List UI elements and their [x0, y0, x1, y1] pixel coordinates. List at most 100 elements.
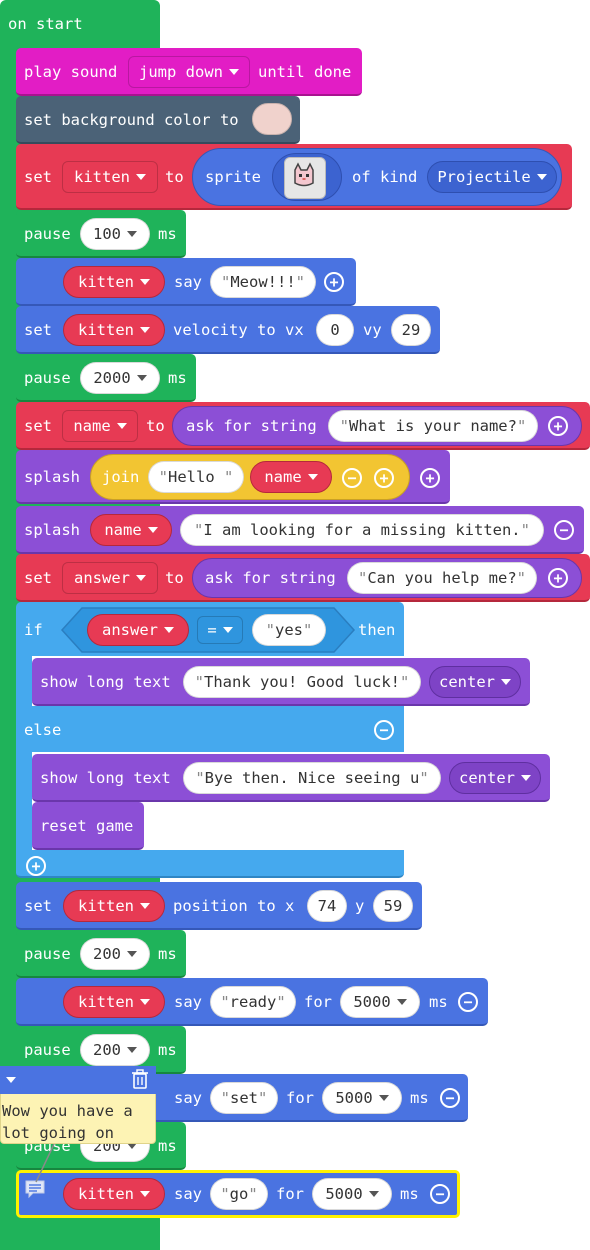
until-done-label: until done: [258, 63, 352, 81]
say-label: say: [174, 1185, 202, 1203]
prompt-input[interactable]: " What is your name? ": [328, 410, 538, 442]
duration-dropdown[interactable]: 5000: [312, 1178, 392, 1210]
y-label: y: [355, 897, 365, 915]
plus-icon[interactable]: +: [26, 856, 46, 876]
comment-text[interactable]: Wow you have a lot going on: [2, 1100, 154, 1144]
pause-label: pause: [24, 1041, 71, 1059]
pause-value: 2000: [93, 369, 131, 387]
comment-line-2: lot going on: [2, 1124, 114, 1142]
vx-input[interactable]: 0: [316, 314, 354, 346]
x-input[interactable]: 74: [307, 890, 347, 922]
duration-dropdown[interactable]: 5000: [340, 986, 420, 1018]
minus-icon[interactable]: −: [440, 1088, 460, 1108]
vy-input[interactable]: 29: [391, 314, 431, 346]
chevron-down-icon: [127, 1047, 137, 1053]
join-label: join: [102, 468, 140, 486]
say-text-input[interactable]: " set ": [210, 1082, 278, 1114]
name-var-reporter[interactable]: name: [90, 514, 172, 546]
pause-value-dropdown[interactable]: 100: [80, 218, 150, 250]
vy-label: vy: [363, 321, 382, 339]
minus-icon[interactable]: −: [554, 520, 574, 540]
chevron-down-icon: [222, 627, 233, 633]
chevron-down-icon: [136, 375, 147, 381]
say-text-input[interactable]: " go ": [210, 1178, 268, 1210]
answer-var-reporter[interactable]: answer: [87, 614, 189, 646]
kitten-var-reporter[interactable]: kitten: [63, 986, 165, 1018]
duration-dropdown[interactable]: 5000: [322, 1082, 402, 1114]
kitten-var-reporter[interactable]: kitten: [63, 1178, 165, 1210]
long-text: Bye then. Nice seeing u: [204, 769, 420, 787]
plus-icon[interactable]: +: [420, 468, 440, 488]
chevron-down-icon: [140, 999, 150, 1005]
duration-value: 5000: [335, 1089, 373, 1107]
color-swatch[interactable]: [252, 103, 292, 135]
minus-icon[interactable]: −: [374, 720, 394, 740]
plus-icon[interactable]: +: [548, 416, 568, 436]
prompt-text: What is your name?: [349, 417, 517, 435]
pause-value: 100: [93, 225, 121, 243]
open-quote: ": [195, 769, 205, 787]
join-text-input[interactable]: " Hello ": [148, 461, 244, 493]
var-name: answer: [102, 621, 158, 639]
kitten-var-reporter[interactable]: kitten: [63, 266, 165, 298]
align-dropdown[interactable]: center: [429, 666, 521, 698]
close-quote: ": [303, 621, 313, 639]
then-label: then: [358, 621, 396, 639]
kitten-var-dropdown[interactable]: kitten: [63, 314, 165, 346]
splash-text-input[interactable]: " I am looking for a missing kitten. ": [180, 514, 544, 546]
set-label: set: [24, 417, 52, 435]
prompt-input[interactable]: " Can you help me? ": [347, 562, 537, 594]
for-label: for: [304, 993, 332, 1011]
plus-icon[interactable]: +: [374, 468, 394, 488]
chevron-down-icon: [368, 1191, 379, 1197]
ms-label: ms: [429, 993, 448, 1011]
name-var-dropdown[interactable]: name: [62, 410, 138, 442]
open-quote: ": [220, 273, 231, 291]
y-input[interactable]: 59: [373, 890, 413, 922]
say-text-input[interactable]: " Meow!!! ": [210, 266, 316, 298]
close-quote: ": [520, 521, 530, 539]
kind-dropdown[interactable]: Projectile: [427, 161, 557, 193]
reset-game-label: reset game: [40, 817, 134, 835]
var-name: kitten: [78, 897, 134, 915]
say-text: ready: [229, 993, 277, 1011]
long-text-input[interactable]: " Bye then. Nice seeing u ": [183, 762, 441, 794]
pause-value-dropdown[interactable]: 200: [80, 938, 150, 970]
ms-label: ms: [168, 369, 187, 387]
chevron-down-icon: [164, 627, 174, 633]
chevron-down-icon[interactable]: [6, 1077, 16, 1083]
open-quote: ": [158, 468, 168, 486]
sound-dropdown[interactable]: jump down: [128, 56, 250, 88]
open-quote: ": [194, 673, 205, 691]
compare-value-input[interactable]: " yes ": [252, 614, 326, 646]
pause-value-dropdown[interactable]: 200: [80, 1034, 150, 1066]
operator-dropdown[interactable]: =: [197, 616, 243, 644]
trash-icon[interactable]: [131, 1069, 149, 1089]
chevron-down-icon: [127, 231, 137, 237]
minus-icon[interactable]: −: [430, 1184, 450, 1204]
var-name: kitten: [78, 273, 134, 291]
chevron-down-icon: [127, 951, 137, 957]
minus-icon[interactable]: −: [342, 468, 362, 488]
splash-label: splash: [24, 468, 80, 486]
chevron-down-icon: [501, 679, 511, 685]
long-text-input[interactable]: " Thank you! Good luck! ": [183, 666, 421, 698]
kitten-var-dropdown[interactable]: kitten: [62, 161, 158, 193]
say-text: go: [229, 1185, 249, 1203]
say-text-input[interactable]: " ready ": [210, 986, 296, 1018]
comment-connector: [35, 1139, 57, 1183]
align-dropdown[interactable]: center: [449, 762, 541, 794]
minus-icon[interactable]: −: [458, 992, 478, 1012]
plus-icon[interactable]: +: [548, 568, 568, 588]
name-var-reporter[interactable]: name: [250, 461, 332, 493]
pause-value-dropdown[interactable]: 2000: [80, 362, 160, 394]
answer-var-dropdown[interactable]: answer: [62, 562, 158, 594]
plus-icon[interactable]: +: [324, 272, 344, 292]
open-quote: ": [220, 1185, 230, 1203]
say-label: say: [174, 993, 202, 1011]
set-background-label: set background color to: [24, 111, 239, 129]
ms-label: ms: [410, 1089, 429, 1107]
var-name: kitten: [78, 993, 134, 1011]
kitten-var-dropdown[interactable]: kitten: [63, 890, 165, 922]
for-label: for: [286, 1089, 314, 1107]
